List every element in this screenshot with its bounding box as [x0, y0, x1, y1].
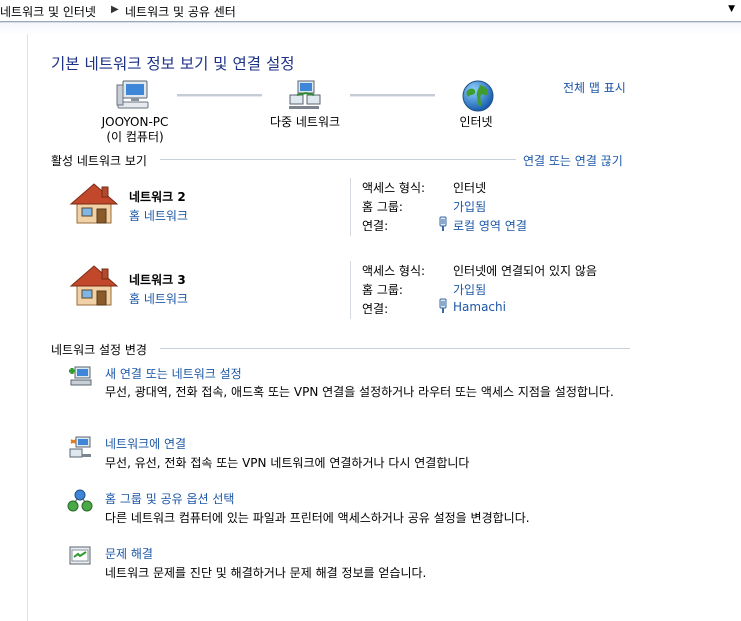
homegroup-link-2[interactable]: 가입됨 — [453, 281, 486, 298]
internet-name: 인터넷 — [459, 115, 493, 129]
ethernet-plug-icon — [439, 216, 447, 231]
task-connect-network-link[interactable]: 네트워크에 연결 — [105, 435, 186, 452]
map-connector-1 — [177, 94, 262, 97]
task-troubleshoot-link[interactable]: 문제 해결 — [105, 545, 153, 562]
breadcrumb-sharing-center[interactable]: 네트워크 및 공유 센터 — [125, 3, 236, 20]
task-setup-connection-link[interactable]: 새 연결 또는 네트워크 설정 — [105, 365, 242, 382]
map-computer: JOOYON-PC (이 컴퓨터) — [96, 115, 174, 145]
troubleshoot-icon — [69, 546, 91, 565]
internet-globe-icon[interactable] — [461, 79, 495, 113]
breadcrumb-separator-icon[interactable]: ▶ — [111, 4, 119, 15]
network-name-2: 네트워크 3 — [129, 273, 186, 287]
network-name-1: 네트워크 2 — [129, 190, 186, 204]
task-connect-network-desc: 무선, 유선, 전화 접속 또는 VPN 네트워크에 연결하거나 다시 연결합니… — [105, 456, 470, 470]
access-type-label-1: 액세스 형식: — [362, 181, 426, 195]
address-dropdown-icon[interactable]: ▼ — [728, 4, 735, 14]
new-connection-icon — [69, 366, 92, 386]
page-title: 기본 네트워크 정보 보기 및 연결 설정 — [51, 55, 295, 73]
breadcrumb-network-internet[interactable]: 네트워크 및 인터넷 — [0, 3, 96, 20]
network-name: 다중 네트워크 — [269, 115, 341, 129]
computer-icon — [116, 80, 149, 109]
active-networks-header: 활성 네트워크 보기 — [51, 154, 147, 168]
home-network-icon — [69, 265, 118, 306]
homegroup-link-1[interactable]: 가입됨 — [453, 198, 486, 215]
connections-label-1: 연결: — [362, 219, 389, 233]
computer-name: JOOYON-PC — [101, 115, 169, 129]
home-network-icon — [69, 183, 118, 224]
homegroup-label-1: 홈 그룹: — [362, 200, 403, 214]
active-networks-divider — [160, 159, 516, 160]
connection-link-1[interactable]: 로컬 영역 연결 — [453, 217, 527, 234]
homegroup-label-2: 홈 그룹: — [362, 283, 403, 297]
map-network[interactable]: 다중 네트워크 — [262, 115, 348, 130]
connections-label-2: 연결: — [362, 302, 389, 316]
connect-disconnect-link[interactable]: 연결 또는 연결 끊기 — [523, 152, 623, 169]
access-type-value-2: 인터넷에 연결되어 있지 않음 — [453, 264, 597, 278]
map-internet[interactable]: 인터넷 — [444, 115, 508, 130]
connection-link-2[interactable]: Hamachi — [453, 300, 506, 314]
task-setup-connection-desc: 무선, 광대역, 전화 접속, 애드혹 또는 VPN 연결을 설정하거나 라우터… — [105, 385, 614, 399]
full-map-link[interactable]: 전체 맵 표시 — [563, 79, 626, 96]
multiple-networks-icon[interactable] — [287, 79, 323, 111]
address-bar[interactable]: 네트워크 및 인터넷 ▶ 네트워크 및 공유 센터 ▼ — [0, 0, 741, 22]
network-divider-2 — [350, 261, 351, 319]
task-homegroup-link[interactable]: 홈 그룹 및 공유 옵션 선택 — [105, 490, 234, 507]
map-connector-2 — [350, 94, 435, 97]
access-type-label-2: 액세스 형식: — [362, 264, 426, 278]
task-troubleshoot-desc: 네트워크 문제를 진단 및 해결하거나 문제 해결 정보를 얻습니다. — [105, 566, 427, 580]
network-divider-1 — [350, 178, 351, 236]
network-type-link-1[interactable]: 홈 네트워크 — [129, 207, 188, 224]
computer-sub: (이 컴퓨터) — [106, 130, 164, 144]
connect-network-icon — [69, 436, 91, 458]
task-homegroup-desc: 다른 네트워크 컴퓨터에 있는 파일과 프린터에 액세스하거나 공유 설정을 변… — [105, 511, 530, 525]
homegroup-icon — [67, 489, 93, 512]
network-type-link-2[interactable]: 홈 네트워크 — [129, 290, 188, 307]
access-type-value-1: 인터넷 — [453, 181, 487, 195]
toolbar-band — [0, 22, 741, 35]
change-settings-header: 네트워크 설정 변경 — [51, 343, 147, 357]
navigation-pane — [0, 34, 28, 621]
ethernet-plug-icon — [439, 298, 447, 313]
settings-divider — [160, 348, 630, 349]
